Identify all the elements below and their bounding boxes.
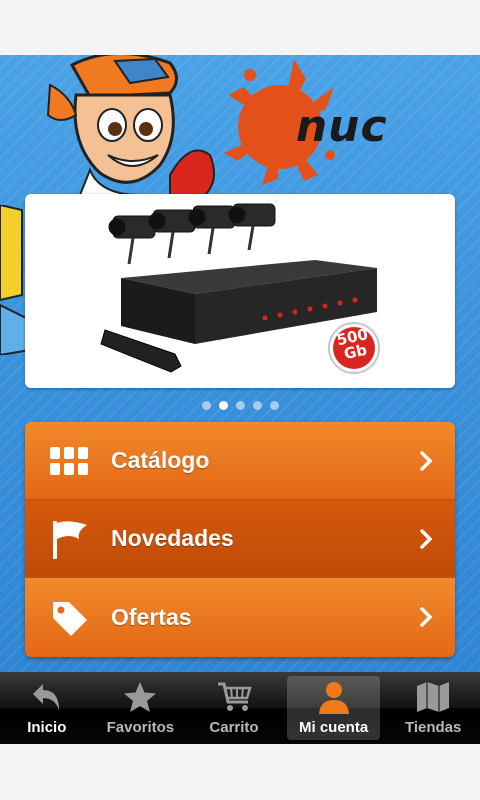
- chevron-right-icon: [420, 451, 433, 471]
- carousel-indicator[interactable]: [0, 401, 480, 410]
- dvr-product-image: [100, 203, 377, 373]
- tab-label: Carrito: [209, 719, 259, 736]
- logo-e: e: [265, 101, 296, 152]
- mascot-illustration: [46, 55, 215, 195]
- tab-label: Favoritos: [106, 719, 175, 736]
- status-bar: [0, 0, 480, 55]
- tab-tiendas[interactable]: Tiendas: [386, 672, 480, 744]
- chevron-right-icon: [420, 607, 433, 627]
- menu-item-novedades[interactable]: Novedades: [25, 500, 455, 578]
- product-carousel[interactable]: 500 Gb: [25, 194, 455, 388]
- menu-item-label: Novedades: [111, 525, 234, 551]
- back-arrow-icon: [32, 684, 59, 710]
- carousel-dot[interactable]: [252, 401, 262, 410]
- main-menu: Catálogo Novedades Ofertas: [25, 422, 455, 657]
- map-icon: [417, 682, 450, 712]
- logo-text: nuc: [295, 101, 388, 152]
- tab-label: Mi cuenta: [298, 719, 369, 736]
- logo: enuc: [265, 101, 388, 152]
- tab-inicio[interactable]: Inicio: [0, 672, 94, 744]
- menu-item-label: Ofertas: [111, 604, 192, 630]
- user-icon: [318, 682, 349, 714]
- tab-favoritos[interactable]: Favoritos: [94, 672, 188, 744]
- system-nav-bar: [0, 744, 480, 800]
- grid-icon: [47, 439, 91, 483]
- tag-icon: [47, 596, 91, 640]
- carousel-dot-active[interactable]: [218, 401, 228, 410]
- tab-carrito[interactable]: Carrito: [187, 672, 281, 744]
- camera-icon: [108, 203, 276, 265]
- tab-bar: Inicio Favoritos Carrito Mi cuenta Tiend…: [0, 672, 480, 744]
- cart-icon: [217, 682, 252, 711]
- menu-item-label: Catálogo: [111, 447, 210, 473]
- menu-item-ofertas[interactable]: Ofertas: [25, 578, 455, 657]
- tab-label: Tiendas: [404, 719, 462, 736]
- tab-mi-cuenta[interactable]: Mi cuenta: [286, 676, 381, 740]
- app-content: enuc 500 Gb Catálogo Novedades Ofertas: [0, 55, 480, 672]
- carousel-dot[interactable]: [235, 401, 245, 410]
- star-icon: [124, 682, 157, 712]
- menu-item-catalogo[interactable]: Catálogo: [25, 422, 455, 500]
- chevron-right-icon: [420, 529, 433, 549]
- tab-label: Inicio: [27, 719, 67, 736]
- carousel-dot[interactable]: [269, 401, 279, 410]
- carousel-dot[interactable]: [201, 401, 211, 410]
- flag-icon: [47, 517, 91, 561]
